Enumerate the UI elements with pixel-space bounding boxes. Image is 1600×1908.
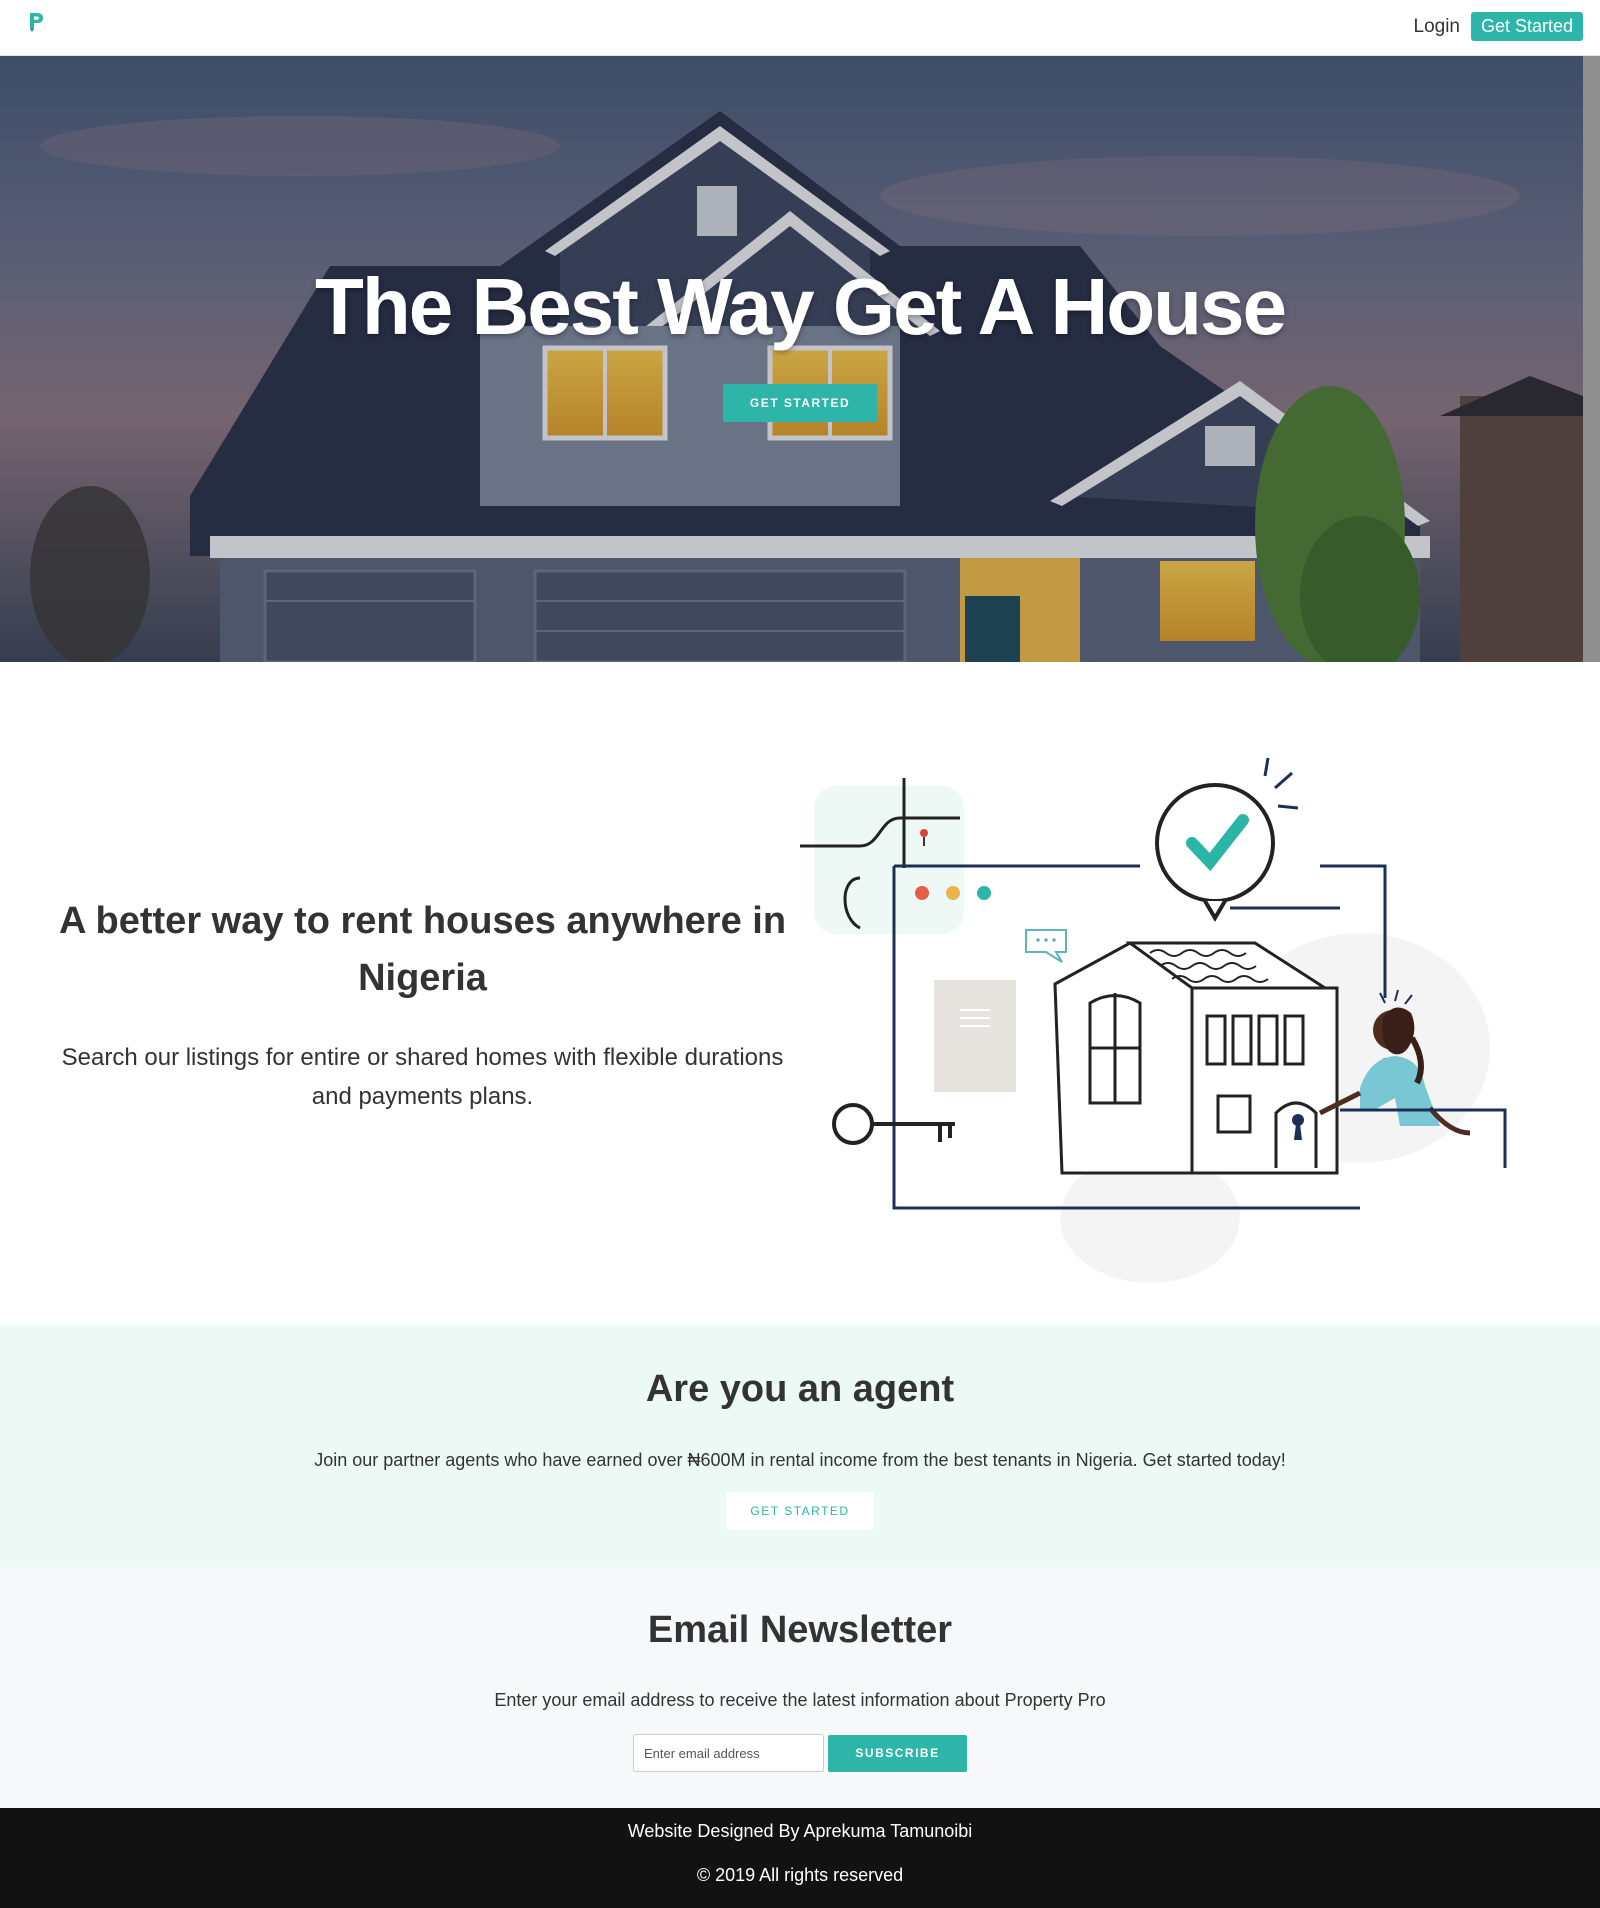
email-input[interactable] (633, 1734, 824, 1772)
login-link[interactable]: Login (1414, 16, 1461, 38)
agent-description: Join our partner agents who have earned … (314, 1450, 1286, 1470)
agent-title: Are you an agent (645, 1368, 955, 1410)
footer-credit: Website Designed By Aprekuma Tamunoibi (627, 1821, 973, 1841)
top-navbar: Login Get Started (0, 0, 1600, 56)
hero-banner: The Best Way Get A House GET STARTED (0, 56, 1583, 662)
newsletter-section: Email Newsletter Enter your email addres… (0, 1567, 1600, 1808)
hero-title: The Best Way Get A House (315, 262, 1287, 351)
subscribe-button[interactable]: SUBSCRIBE (828, 1735, 967, 1772)
newsletter-title: Email Newsletter (647, 1609, 953, 1651)
agent-get-started-button[interactable]: GET STARTED (726, 1492, 874, 1530)
get-started-nav-button[interactable]: Get Started (1470, 12, 1583, 41)
scrollbar[interactable] (1583, 56, 1600, 662)
p-logo-icon[interactable] (26, 10, 46, 32)
intro-subtitle: Search our listings for entire or shared… (61, 1044, 784, 1110)
footer: Website Designed By Aprekuma Tamunoibi ©… (0, 1808, 1600, 1908)
agent-section: Are you an agent Join our partner agents… (0, 1325, 1600, 1567)
intro-title: A better way to rent houses anywhere in … (58, 900, 787, 999)
footer-copyright: © 2019 All rights reserved (696, 1865, 904, 1885)
hero-get-started-button[interactable]: GET STARTED (723, 384, 877, 422)
house-rental-illustration (800, 757, 1507, 1283)
newsletter-description: Enter your email address to receive the … (494, 1690, 1106, 1710)
